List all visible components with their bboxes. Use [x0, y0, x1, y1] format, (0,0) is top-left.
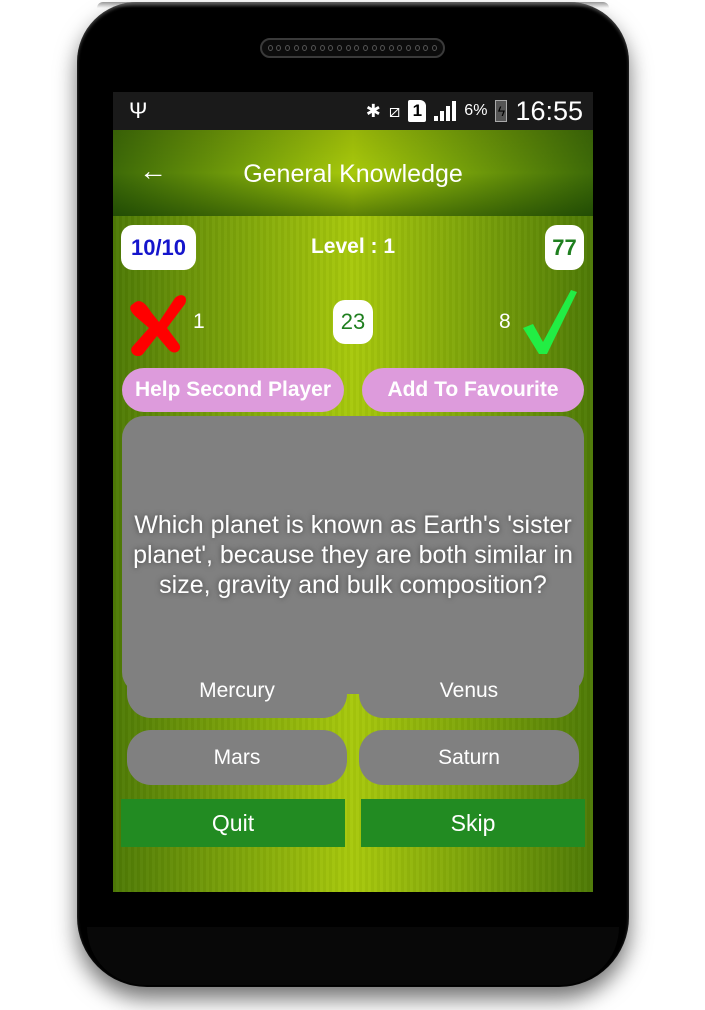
question-text: Which planet is known as Earth's 'sister…	[133, 511, 573, 599]
timer-badge: 23	[333, 300, 373, 344]
wrong-count: 1	[193, 310, 205, 333]
bluetooth-icon: ✱	[365, 100, 381, 121]
question-card: Which planet is known as Earth's 'sister…	[122, 416, 584, 694]
answer-option[interactable]: Saturn	[359, 730, 579, 785]
add-to-favourite-button[interactable]: Add To Favourite	[362, 368, 584, 412]
toolbar: ← General Knowledge	[113, 130, 593, 216]
status-bar: Ψ ✱ ⧄ 1 6% ϟ 16:55	[113, 92, 593, 130]
phone-sheen	[97, 2, 609, 8]
speaker-grille	[260, 38, 445, 58]
app-body: ← General Knowledge 10/10 Level : 1 77 1…	[113, 130, 593, 892]
page-title: General Knowledge	[243, 160, 463, 188]
screen: Ψ ✱ ⧄ 1 6% ϟ 16:55 ← General Knowledge 1…	[113, 92, 593, 892]
help-second-player-button[interactable]: Help Second Player	[122, 368, 344, 412]
clock: 16:55	[515, 95, 583, 126]
answer-option[interactable]: Mercury	[127, 663, 347, 718]
check-icon	[523, 290, 577, 354]
skip-button[interactable]: Skip	[361, 799, 585, 847]
wrong-cross-icon	[130, 295, 186, 356]
usb-icon: Ψ	[129, 98, 148, 123]
score-badge: 77	[545, 225, 584, 270]
sim-icon: 1	[408, 100, 427, 122]
right-count: 8	[499, 310, 511, 333]
vibrate-off-icon: ⧄	[388, 100, 401, 121]
signal-icon	[434, 101, 457, 121]
quit-button[interactable]: Quit	[121, 799, 345, 847]
answer-option[interactable]: Mars	[127, 730, 347, 785]
battery-percent: 6%	[464, 102, 488, 119]
level-label: Level : 1	[310, 235, 396, 258]
battery-charging-icon: ϟ	[495, 100, 508, 122]
answer-option[interactable]: Venus	[359, 663, 579, 718]
phone-chin	[87, 927, 619, 985]
